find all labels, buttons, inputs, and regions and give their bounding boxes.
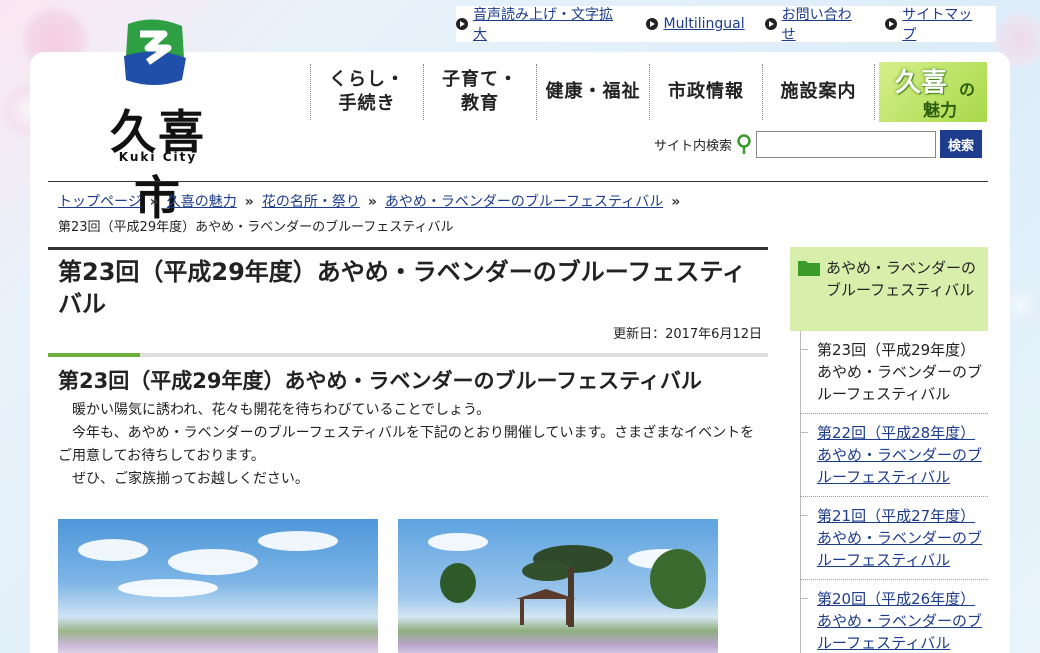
breadcrumb-link[interactable]: 花の名所・祭り — [262, 194, 360, 210]
arrow-bullet-icon — [764, 18, 777, 30]
tree-icon — [650, 549, 706, 609]
updated-date: 更新日：2017年6月12日 — [613, 327, 762, 342]
arrow-bullet-icon — [456, 18, 468, 30]
gazebo-photo — [398, 519, 718, 653]
breadcrumb-link[interactable]: トップページ — [58, 194, 142, 210]
util-link-voice[interactable]: 音声読み上げ・文字拡大 — [456, 4, 626, 44]
site-logo[interactable]: 久喜市 Kuki City — [88, 18, 228, 225]
search-button[interactable]: 検索 — [940, 130, 983, 158]
heading-bar — [48, 353, 768, 357]
gnav-facilities[interactable]: 施設案内 — [762, 64, 875, 120]
side-nav-item[interactable]: 第21回（平成27年度）あやめ・ラベンダーのブルーフェスティバル — [800, 497, 988, 580]
breadcrumb-current: 第23回（平成29年度）あやめ・ラベンダーのブルーフェスティバル — [58, 220, 454, 235]
side-nav-item[interactable]: 第22回（平成28年度）あやめ・ラベンダーのブルーフェスティバル — [800, 414, 988, 497]
photo-gallery — [58, 519, 718, 653]
site-search: サイト内検索 検索 — [654, 130, 983, 158]
gnav-cityinfo[interactable]: 市政情報 — [649, 64, 762, 120]
kuki-logo-icon — [124, 19, 186, 85]
gnav-childcare[interactable]: 子育て・ 教育 — [423, 64, 536, 120]
utility-bar: 音声読み上げ・文字拡大 Multilingual お問い合わせ サイトマップ — [456, 4, 996, 44]
paragraph: 暖かい陽気に誘われ、花々も開花を待ちわびていることでしょう。 — [72, 402, 491, 418]
gnav-health[interactable]: 健康・福祉 — [536, 64, 649, 120]
breadcrumb-separator-icon: » — [671, 194, 681, 210]
side-nav-item-current: 第23回（平成29年度）あやめ・ラベンダーのブルーフェスティバル — [800, 331, 988, 414]
header-divider — [48, 181, 988, 182]
breadcrumb-separator-icon: » — [367, 194, 377, 210]
util-link-multilingual[interactable]: Multilingual — [646, 16, 745, 32]
pine-tree-icon — [516, 545, 613, 627]
tree-icon — [440, 563, 476, 603]
util-link-contact[interactable]: お問い合わせ — [764, 4, 866, 44]
paragraph: ぜひ、ご家族揃ってお越しください。 — [72, 471, 309, 487]
breadcrumb-link[interactable]: あやめ・ラベンダーのブルーフェスティバル — [385, 194, 663, 210]
global-nav: くらし・ 手続き 子育て・ 教育 健康・福祉 市政情報 施設案内 久喜 の 魅力 — [310, 62, 987, 122]
arrow-bullet-icon — [646, 18, 659, 30]
folder-icon — [798, 261, 820, 276]
breadcrumb-separator-icon: » — [149, 194, 159, 210]
logo-subtitle: Kuki City — [118, 150, 198, 164]
main-content: 第23回（平成29年度）あやめ・ラベンダーのブルーフェスティバル 更新日：201… — [48, 247, 768, 653]
breadcrumb-separator-icon: » — [244, 194, 254, 210]
breadcrumb-link[interactable]: 久喜の魅力 — [167, 194, 237, 210]
util-link-sitemap[interactable]: サイトマップ — [885, 4, 986, 44]
arrow-bullet-icon — [885, 18, 898, 30]
paragraph: 今年も、あやめ・ラベンダーのブルーフェスティバルを下記のとおり開催しています。さ… — [58, 425, 755, 464]
side-nav-item[interactable]: 第20回（平成26年度）あやめ・ラベンダーのブルーフェスティバル — [800, 580, 988, 653]
page-title: 第23回（平成29年度）あやめ・ラベンダーのブルーフェスティバル — [48, 247, 768, 318]
iris-field-photo — [58, 519, 378, 653]
gnav-kuki-charm[interactable]: 久喜 の 魅力 — [879, 62, 987, 122]
side-nav-heading[interactable]: あやめ・ラベンダーのブルーフェスティバル — [790, 247, 988, 331]
section-heading: 第23回（平成29年度）あやめ・ラベンダーのブルーフェスティバル — [58, 369, 702, 393]
gnav-living[interactable]: くらし・ 手続き — [310, 64, 423, 120]
breadcrumb: トップページ » 久喜の魅力 » 花の名所・祭り » あやめ・ラベンダーのブルーフェスティバ… — [58, 190, 978, 240]
search-icon — [737, 134, 751, 154]
intro-text: 暖かい陽気に誘われ、花々も開花を待ちわびていることでしょう。 今年も、あやめ・ラ… — [48, 395, 768, 491]
side-nav-list: 第23回（平成29年度）あやめ・ラベンダーのブルーフェスティバル 第22回（平成… — [790, 331, 988, 653]
side-nav: あやめ・ラベンダーのブルーフェスティバル 第23回（平成29年度）あやめ・ラベン… — [790, 247, 988, 653]
search-label: サイト内検索 — [654, 138, 733, 154]
search-input[interactable] — [756, 130, 937, 158]
